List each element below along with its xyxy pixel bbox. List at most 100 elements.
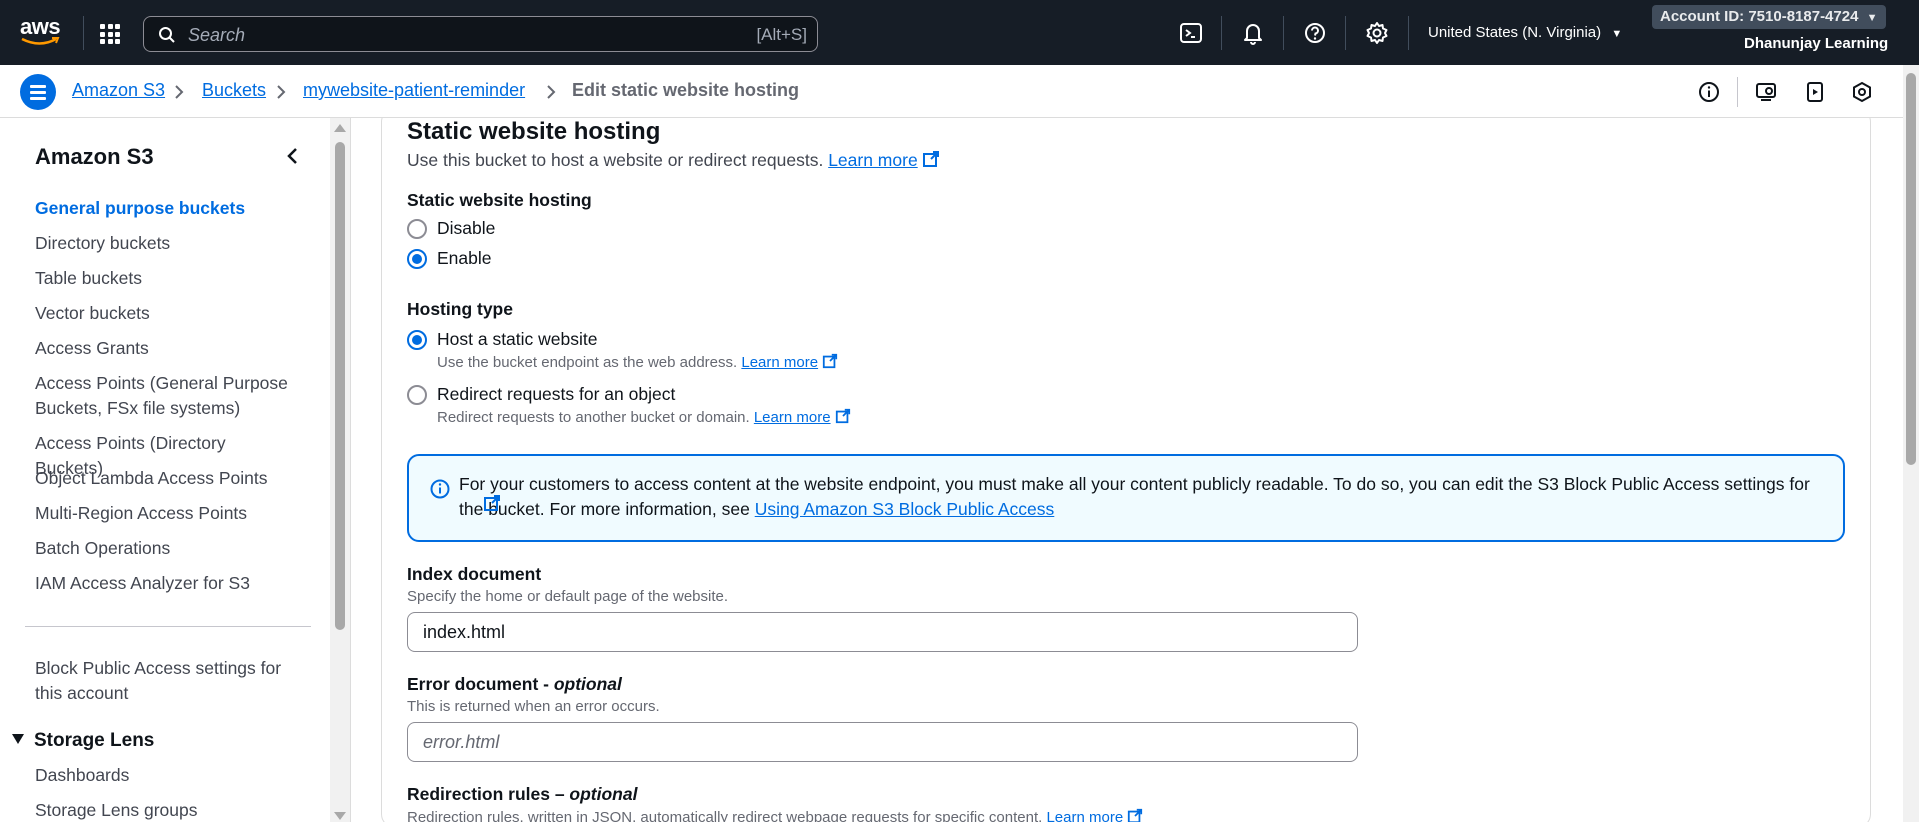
external-link-icon (922, 151, 939, 167)
cloudshell-icon[interactable] (1178, 20, 1204, 46)
learn-more-link[interactable]: Learn more (741, 354, 818, 371)
radio-button[interactable] (407, 329, 427, 350)
caret-down-icon (12, 734, 24, 744)
breadcrumb-buckets[interactable]: Buckets (202, 80, 266, 101)
breadcrumb-bar: Amazon S3 Buckets mywebsite-patient-remi… (0, 65, 1903, 118)
radio-host-static-website[interactable]: Host a static website (407, 329, 597, 350)
sidebar-item-multi-region[interactable]: Multi-Region Access Points (35, 501, 295, 526)
account-id-menu[interactable]: Account ID: 7510-8187-4724 ▼ (1652, 5, 1886, 29)
divider (1408, 16, 1409, 50)
caret-down-icon: ▼ (1611, 28, 1623, 40)
scrollbar-thumb[interactable] (1906, 73, 1916, 465)
gear-icon[interactable] (1364, 20, 1390, 46)
scroll-down-icon[interactable] (334, 812, 346, 820)
error-document-hint: This is returned when an error occurs. (407, 698, 660, 715)
label-text: Redirection rules – (407, 784, 570, 804)
label-text: Error document - (407, 674, 554, 694)
radio-button[interactable] (407, 384, 427, 405)
learn-more-link[interactable]: Learn more (1046, 809, 1123, 822)
sidebar-item-directory-buckets[interactable]: Directory buckets (35, 231, 295, 256)
menu-button[interactable] (20, 74, 56, 110)
sidebar-item-object-lambda[interactable]: Object Lambda Access Points (35, 466, 295, 491)
radio-button[interactable] (407, 218, 427, 239)
redirection-rules-label: Redirection rules – optional (407, 784, 637, 805)
radio-disable[interactable]: Disable (407, 218, 495, 239)
main-content: Static website hosting Use this bucket t… (351, 118, 1903, 822)
sidebar-item-access-grants[interactable]: Access Grants (35, 336, 295, 361)
sidebar-item-batch-operations[interactable]: Batch Operations (35, 536, 295, 561)
scroll-up-icon[interactable] (334, 124, 346, 132)
info-icon (430, 479, 450, 499)
side-navigation: Amazon S3 General purpose buckets Direct… (0, 118, 330, 822)
hosting-label: Static website hosting (407, 190, 592, 210)
region-selector[interactable]: United States (N. Virginia) ▼ (1428, 24, 1622, 41)
sidebar-item-general-purpose-buckets[interactable]: General purpose buckets (35, 196, 295, 221)
description-text: Use this bucket to host a website or red… (407, 150, 824, 170)
sidenav-scrollbar[interactable] (330, 118, 350, 822)
radio-button[interactable] (407, 248, 427, 269)
breadcrumb-amazon-s3[interactable]: Amazon S3 (72, 80, 165, 101)
radio-description: Use the bucket endpoint as the web addre… (437, 353, 838, 371)
sidebar-section-label: Storage Lens (34, 730, 155, 751)
aws-logo[interactable]: aws (20, 16, 62, 48)
error-document-input[interactable] (407, 722, 1358, 762)
settings-hexagon-icon[interactable] (1851, 81, 1873, 103)
radio-label: Redirect requests for an object (437, 384, 676, 404)
radio-redirect-requests[interactable]: Redirect requests for an object (407, 384, 675, 405)
divider (83, 16, 84, 50)
search-shortcut: [Alt+S] (756, 25, 807, 44)
sidebar-item-access-points-general[interactable]: Access Points (General Purpose Buckets, … (35, 371, 295, 421)
page-title: Static website hosting (407, 118, 661, 145)
index-document-hint: Specify the home or default page of the … (407, 588, 729, 605)
sidebar-item-dashboards[interactable]: Dashboards (35, 763, 295, 788)
page-scrollbar[interactable] (1903, 65, 1919, 822)
index-document-label: Index document (407, 564, 542, 584)
learn-more-link[interactable]: Learn more (828, 150, 918, 170)
radio-enable[interactable]: Enable (407, 248, 492, 269)
external-link-icon (1128, 808, 1143, 822)
chevron-right-icon (175, 85, 184, 99)
notifications-panel-icon[interactable] (1755, 81, 1777, 103)
aws-logo-text: aws (20, 14, 61, 39)
divider (1345, 16, 1346, 50)
user-menu[interactable]: Dhanunjay Learning (1744, 35, 1888, 52)
hint-text: Redirection rules, written in JSON, auto… (407, 809, 1043, 822)
info-icon[interactable] (1698, 81, 1720, 103)
region-label: United States (N. Virginia) (1428, 24, 1602, 41)
scrollbar-thumb[interactable] (335, 142, 345, 630)
sidebar-item-storage-lens-groups[interactable]: Storage Lens groups (35, 798, 295, 822)
external-link-icon (484, 495, 500, 511)
sidebar-item-block-public-access[interactable]: Block Public Access settings for this ac… (35, 656, 295, 706)
breadcrumb-bucket[interactable]: mywebsite-patient-reminder (303, 80, 525, 101)
sidebar-item-iam-access-analyzer[interactable]: IAM Access Analyzer for S3 (35, 571, 295, 596)
search-input[interactable]: Search [Alt+S] (143, 16, 818, 52)
optional-tag: optional (569, 784, 638, 804)
radio-label: Host a static website (437, 329, 598, 349)
external-link-icon (822, 353, 838, 369)
collapse-icon[interactable] (283, 146, 303, 166)
error-document-label: Error document - optional (407, 674, 622, 695)
help-icon[interactable] (1302, 20, 1328, 46)
services-grid-icon[interactable] (100, 24, 120, 44)
radio-description-text: Redirect requests to another bucket or d… (437, 409, 750, 426)
documentation-icon[interactable] (1804, 81, 1826, 103)
search-placeholder: Search (188, 25, 246, 45)
breadcrumb-current: Edit static website hosting (572, 80, 800, 100)
index-document-input[interactable] (407, 612, 1358, 652)
alert-message: For your customers to access content at … (459, 474, 1810, 519)
alert-text: For your customers to access content at … (459, 472, 1819, 522)
learn-more-link[interactable]: Learn more (754, 409, 831, 426)
radio-description-text: Use the bucket endpoint as the web addre… (437, 354, 738, 371)
sidebar-item-vector-buckets[interactable]: Vector buckets (35, 301, 295, 326)
external-link-icon (835, 408, 850, 424)
bell-icon[interactable] (1240, 20, 1266, 46)
info-alert: For your customers to access content at … (407, 454, 1845, 542)
optional-tag: optional (553, 674, 622, 694)
hosting-type-label: Hosting type (407, 299, 513, 319)
chevron-right-icon (547, 85, 556, 99)
sidebar-section-storage-lens[interactable]: Storage Lens (12, 730, 154, 752)
block-public-access-link[interactable]: Using Amazon S3 Block Public Access (755, 499, 1055, 519)
account-id-label: Account ID: 7510-8187-4724 (1660, 8, 1859, 25)
sidebar-item-table-buckets[interactable]: Table buckets (35, 266, 295, 291)
radio-label: Disable (437, 218, 496, 238)
